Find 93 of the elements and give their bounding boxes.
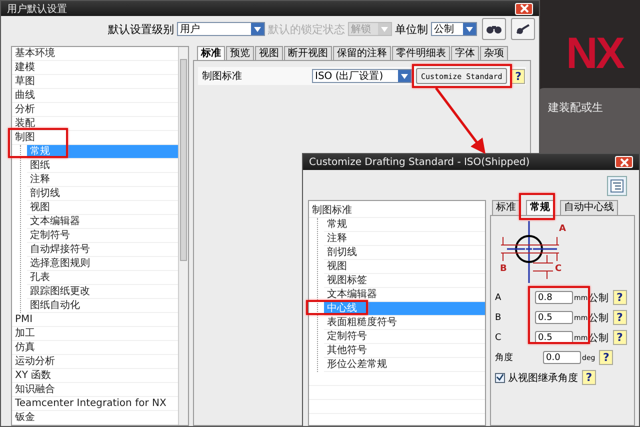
field-label: B <box>495 312 502 322</box>
tab[interactable]: 杂项 <box>480 46 508 60</box>
tree-item[interactable]: 注释 <box>324 232 485 246</box>
tree-item[interactable]: 形位公差常规 <box>324 358 485 372</box>
toolbar-button[interactable] <box>482 18 506 40</box>
value-field[interactable]: 0.5 <box>535 311 573 324</box>
highlight-frame <box>519 193 555 220</box>
caret-icon <box>466 26 473 32</box>
tab[interactable]: 预览 <box>226 46 254 60</box>
dialog-title: Customize Drafting Standard - ISO(Shipped) <box>309 156 530 168</box>
caret-icon <box>401 74 408 78</box>
unit-label: 单位制 <box>395 22 428 36</box>
tree-item[interactable]: 跟踪图纸更改 <box>27 285 178 299</box>
tree-item[interactable]: 视图标签 <box>324 274 485 288</box>
tree-item[interactable]: 运动分析 <box>12 355 178 369</box>
window-title: 用户默认设置 <box>7 2 67 16</box>
help-icon[interactable]: ? <box>612 290 627 305</box>
tree-item[interactable]: 加工 <box>12 327 178 341</box>
field-label: C <box>495 332 502 342</box>
tree-item[interactable]: 制图标准 <box>309 204 485 218</box>
tab[interactable]: 零件明细表 <box>392 46 450 60</box>
close-icon <box>620 158 628 166</box>
list-icon <box>610 179 624 193</box>
help-icon[interactable]: ? <box>599 350 614 365</box>
tree-item[interactable]: 定制符号 <box>324 330 485 344</box>
tree-item[interactable]: 装配 <box>12 117 178 131</box>
tree-item[interactable]: 自动焊接符号 <box>27 243 178 257</box>
field-label: A <box>495 292 502 302</box>
highlight-frame <box>8 128 68 158</box>
tree-item[interactable]: 注释 <box>27 173 178 187</box>
tree-item[interactable]: Teamcenter Integration for NX <box>12 397 178 411</box>
unit-dropdown[interactable]: 公制 <box>431 22 477 36</box>
wand-icon <box>515 23 531 35</box>
list-settings-button[interactable] <box>607 176 627 196</box>
tree-item[interactable]: 剖切线 <box>27 187 178 201</box>
caret-icon <box>254 26 261 32</box>
tree-item[interactable]: 基本环境 <box>12 47 178 61</box>
level-label: 默认设置级别 <box>108 22 174 36</box>
angle-label: 角度 <box>495 352 514 364</box>
tree-item[interactable]: 视图 <box>27 201 178 215</box>
tab[interactable]: 常规 <box>526 200 554 215</box>
highlight-frame <box>306 300 368 315</box>
tree-item[interactable]: 图纸 <box>27 159 178 173</box>
close-icon <box>520 4 528 13</box>
tree-item[interactable]: 曲线 <box>12 89 178 103</box>
binoculars-icon <box>486 23 502 35</box>
tree-item[interactable]: 分析 <box>12 103 178 117</box>
tree-item[interactable]: 其他符号 <box>324 344 485 358</box>
lock-label: 默认的锁定状态 <box>268 22 345 36</box>
tree-item[interactable]: 孔表 <box>27 271 178 285</box>
tree-item[interactable]: 知识融合 <box>12 383 178 397</box>
tab[interactable]: 标准 <box>492 200 520 215</box>
tree-item[interactable]: 钣金 <box>12 411 178 425</box>
help-icon[interactable]: ? <box>582 370 596 385</box>
tree-item[interactable]: 常规 <box>324 218 485 232</box>
help-icon[interactable]: ? <box>511 68 526 84</box>
tree-item[interactable]: 草图 <box>12 75 178 89</box>
checkbox-label: 从视图继承角度 <box>508 372 578 384</box>
caret-icon <box>381 26 388 32</box>
help-icon[interactable]: ? <box>612 330 627 345</box>
tree-item[interactable]: 文本编辑器 <box>27 215 178 229</box>
tree-item[interactable]: 剖切线 <box>324 246 485 260</box>
tab[interactable]: 自动中心线 <box>560 200 618 215</box>
checkbox[interactable] <box>495 372 505 382</box>
tree-item[interactable]: 选择意图规则 <box>27 257 178 271</box>
splash-text: 建装配或生 <box>548 100 603 115</box>
tab[interactable]: 视图 <box>255 46 283 60</box>
tab[interactable]: 标准 <box>197 46 225 60</box>
checkmark-icon <box>496 373 504 382</box>
level-dropdown[interactable]: 用户 <box>177 22 265 36</box>
tree-item[interactable]: 仿真 <box>12 341 178 355</box>
centerline-diagram: A B C <box>497 219 579 285</box>
tab[interactable]: 字体 <box>451 46 479 60</box>
tree-item[interactable]: PMI <box>12 313 178 327</box>
tree-item[interactable]: 建模 <box>12 61 178 75</box>
value-field[interactable]: 0.8 <box>535 291 573 304</box>
tree-item[interactable]: 视图 <box>324 260 485 274</box>
toolbar-button[interactable] <box>511 18 535 40</box>
tree-item[interactable]: XY 函数 <box>12 369 178 383</box>
help-icon[interactable]: ? <box>612 310 627 325</box>
tree-item[interactable]: 表面粗糙度符号 <box>324 316 485 330</box>
tab[interactable]: 断开视图 <box>284 46 332 60</box>
tree-item[interactable]: 定制符号 <box>27 229 178 243</box>
scrollbar[interactable] <box>178 47 188 425</box>
logo-text: NX <box>566 32 624 76</box>
scrollbar-thumb[interactable] <box>180 59 187 261</box>
tree-item[interactable]: 图纸自动化 <box>27 299 178 313</box>
standard-label: 制图标准 <box>202 70 243 83</box>
standard-dropdown[interactable]: ISO (出厂设置) <box>312 69 412 83</box>
angle-field[interactable]: 0.0 <box>543 351 581 364</box>
close-button[interactable] <box>515 2 533 14</box>
tab[interactable]: 保留的注释 <box>333 46 391 60</box>
highlight-frame <box>528 286 590 344</box>
